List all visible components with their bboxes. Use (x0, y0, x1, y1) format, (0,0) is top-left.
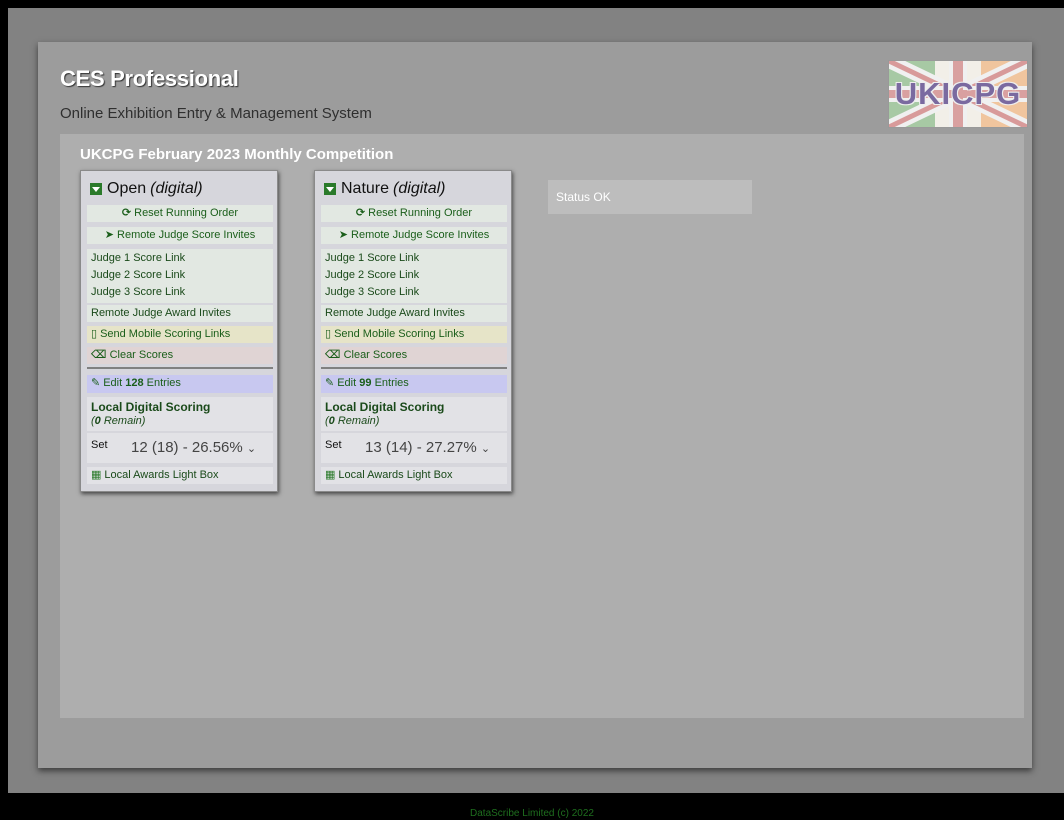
reset-running-order-label: Reset Running Order (134, 207, 239, 219)
set-label: Set (91, 439, 108, 451)
remote-judge-award-invites-button[interactable]: Remote Judge Award Invites (87, 305, 273, 322)
footer-copyright: DataScribe Limited (c) 2022 (470, 808, 594, 819)
section-header[interactable]: Nature (digital) (324, 180, 446, 198)
logo-text: UKICPG (894, 76, 1022, 111)
send-mobile-scoring-links-label: Send Mobile Scoring Links (100, 328, 231, 340)
judge-3-score-link[interactable]: Judge 3 Score Link (91, 284, 273, 301)
local-digital-scoring-link[interactable]: Local Digital Scoring (0 Remain) (87, 397, 273, 431)
app-subtitle: Online Exhibition Entry & Management Sys… (60, 105, 372, 122)
section-name: Nature (341, 180, 390, 197)
clear-scores-button[interactable]: ⌫ Clear Scores (321, 347, 507, 364)
set-select[interactable]: 12 (18) - 26.56% ⌄ (131, 439, 269, 456)
refresh-icon: ⟳ (121, 207, 132, 219)
grid-icon: ▦ (325, 469, 336, 481)
edit-icon: ✎ (91, 377, 101, 389)
entries-count: 128 (125, 377, 144, 389)
edit-suffix: Entries (146, 377, 181, 389)
judge-score-links: Judge 1 Score Link Judge 2 Score Link Ju… (321, 249, 507, 303)
section-header[interactable]: Open (digital) (90, 180, 203, 198)
set-select-value: 12 (18) - 26.56% (131, 439, 243, 456)
edit-entries-button[interactable]: ✎ Edit 99 Entries (321, 375, 507, 393)
send-icon: ➤ (338, 229, 349, 241)
remote-judge-score-invites-label: Remote Judge Score Invites (351, 229, 490, 241)
edit-prefix: Edit (103, 377, 123, 389)
remaining-count: (0 Remain) (91, 415, 146, 427)
chevron-down-icon: ⌄ (246, 443, 257, 455)
send-mobile-scoring-links-label: Send Mobile Scoring Links (334, 328, 465, 340)
edit-entries-button[interactable]: ✎ Edit 128 Entries (87, 375, 273, 393)
entries-count: 99 (359, 377, 372, 389)
mobile-icon: ▯ (325, 328, 332, 340)
clear-scores-label: Clear Scores (343, 349, 408, 361)
edit-suffix: Entries (374, 377, 409, 389)
divider (87, 367, 273, 369)
local-digital-scoring-link[interactable]: Local Digital Scoring (0 Remain) (321, 397, 507, 431)
judge-score-links: Judge 1 Score Link Judge 2 Score Link Ju… (87, 249, 273, 303)
edit-icon: ✎ (325, 377, 335, 389)
remote-judge-award-invites-button[interactable]: Remote Judge Award Invites (321, 305, 507, 322)
local-awards-light-box-label: Local Awards Light Box (104, 469, 219, 481)
clear-scores-label: Clear Scores (109, 349, 174, 361)
local-digital-scoring-label: Local Digital Scoring (91, 400, 211, 414)
set-selector-row: Set 12 (18) - 26.56% ⌄ (87, 433, 273, 463)
remaining-count: (0 Remain) (325, 415, 380, 427)
app-title: CES Professional (60, 66, 239, 91)
grid-icon: ▦ (91, 469, 102, 481)
remote-judge-score-invites-button[interactable]: ➤ Remote Judge Score Invites (87, 227, 273, 244)
chevron-down-icon: ⌄ (480, 443, 491, 455)
clear-scores-button[interactable]: ⌫ Clear Scores (87, 347, 273, 364)
section-card-open: Open (digital) ⟳ Reset Running Order ➤ Rem… (80, 170, 278, 492)
collapse-toggle-icon[interactable] (324, 183, 336, 195)
reset-running-order-button[interactable]: ⟳ Reset Running Order (87, 205, 273, 222)
competition-title: UKCPG February 2023 Monthly Competition (80, 146, 394, 163)
judge-1-score-link[interactable]: Judge 1 Score Link (325, 250, 507, 267)
set-selector-row: Set 13 (14) - 27.27% ⌄ (321, 433, 507, 463)
local-digital-scoring-label: Local Digital Scoring (325, 400, 445, 414)
judge-1-score-link[interactable]: Judge 1 Score Link (91, 250, 273, 267)
section-kind: (digital) (393, 180, 446, 197)
set-select-value: 13 (14) - 27.27% (365, 439, 477, 456)
set-select[interactable]: 13 (14) - 27.27% ⌄ (365, 439, 503, 456)
judge-2-score-link[interactable]: Judge 2 Score Link (91, 267, 273, 284)
remote-judge-score-invites-label: Remote Judge Score Invites (117, 229, 256, 241)
collapse-toggle-icon[interactable] (90, 183, 102, 195)
send-mobile-scoring-links-button[interactable]: ▯ Send Mobile Scoring Links (87, 326, 273, 343)
send-icon: ➤ (104, 229, 115, 241)
backspace-icon: ⌫ (91, 349, 107, 361)
divider (321, 367, 507, 369)
section-name: Open (107, 180, 147, 197)
reset-running-order-button[interactable]: ⟳ Reset Running Order (321, 205, 507, 222)
status-box: Status OK (548, 180, 752, 214)
local-awards-light-box-label: Local Awards Light Box (338, 469, 453, 481)
local-awards-light-box-button[interactable]: ▦ Local Awards Light Box (321, 467, 507, 484)
refresh-icon: ⟳ (355, 207, 366, 219)
section-card-nature: Nature (digital) ⟳ Reset Running Order ➤ R… (314, 170, 512, 492)
set-label: Set (325, 439, 342, 451)
reset-running-order-label: Reset Running Order (368, 207, 473, 219)
send-mobile-scoring-links-button[interactable]: ▯ Send Mobile Scoring Links (321, 326, 507, 343)
judge-3-score-link[interactable]: Judge 3 Score Link (325, 284, 507, 301)
judge-2-score-link[interactable]: Judge 2 Score Link (325, 267, 507, 284)
backspace-icon: ⌫ (325, 349, 341, 361)
remote-judge-score-invites-button[interactable]: ➤ Remote Judge Score Invites (321, 227, 507, 244)
ukicpg-logo: UKICPG (888, 60, 1028, 128)
mobile-icon: ▯ (91, 328, 98, 340)
edit-prefix: Edit (337, 377, 357, 389)
section-kind: (digital) (150, 180, 203, 197)
local-awards-light-box-button[interactable]: ▦ Local Awards Light Box (87, 467, 273, 484)
